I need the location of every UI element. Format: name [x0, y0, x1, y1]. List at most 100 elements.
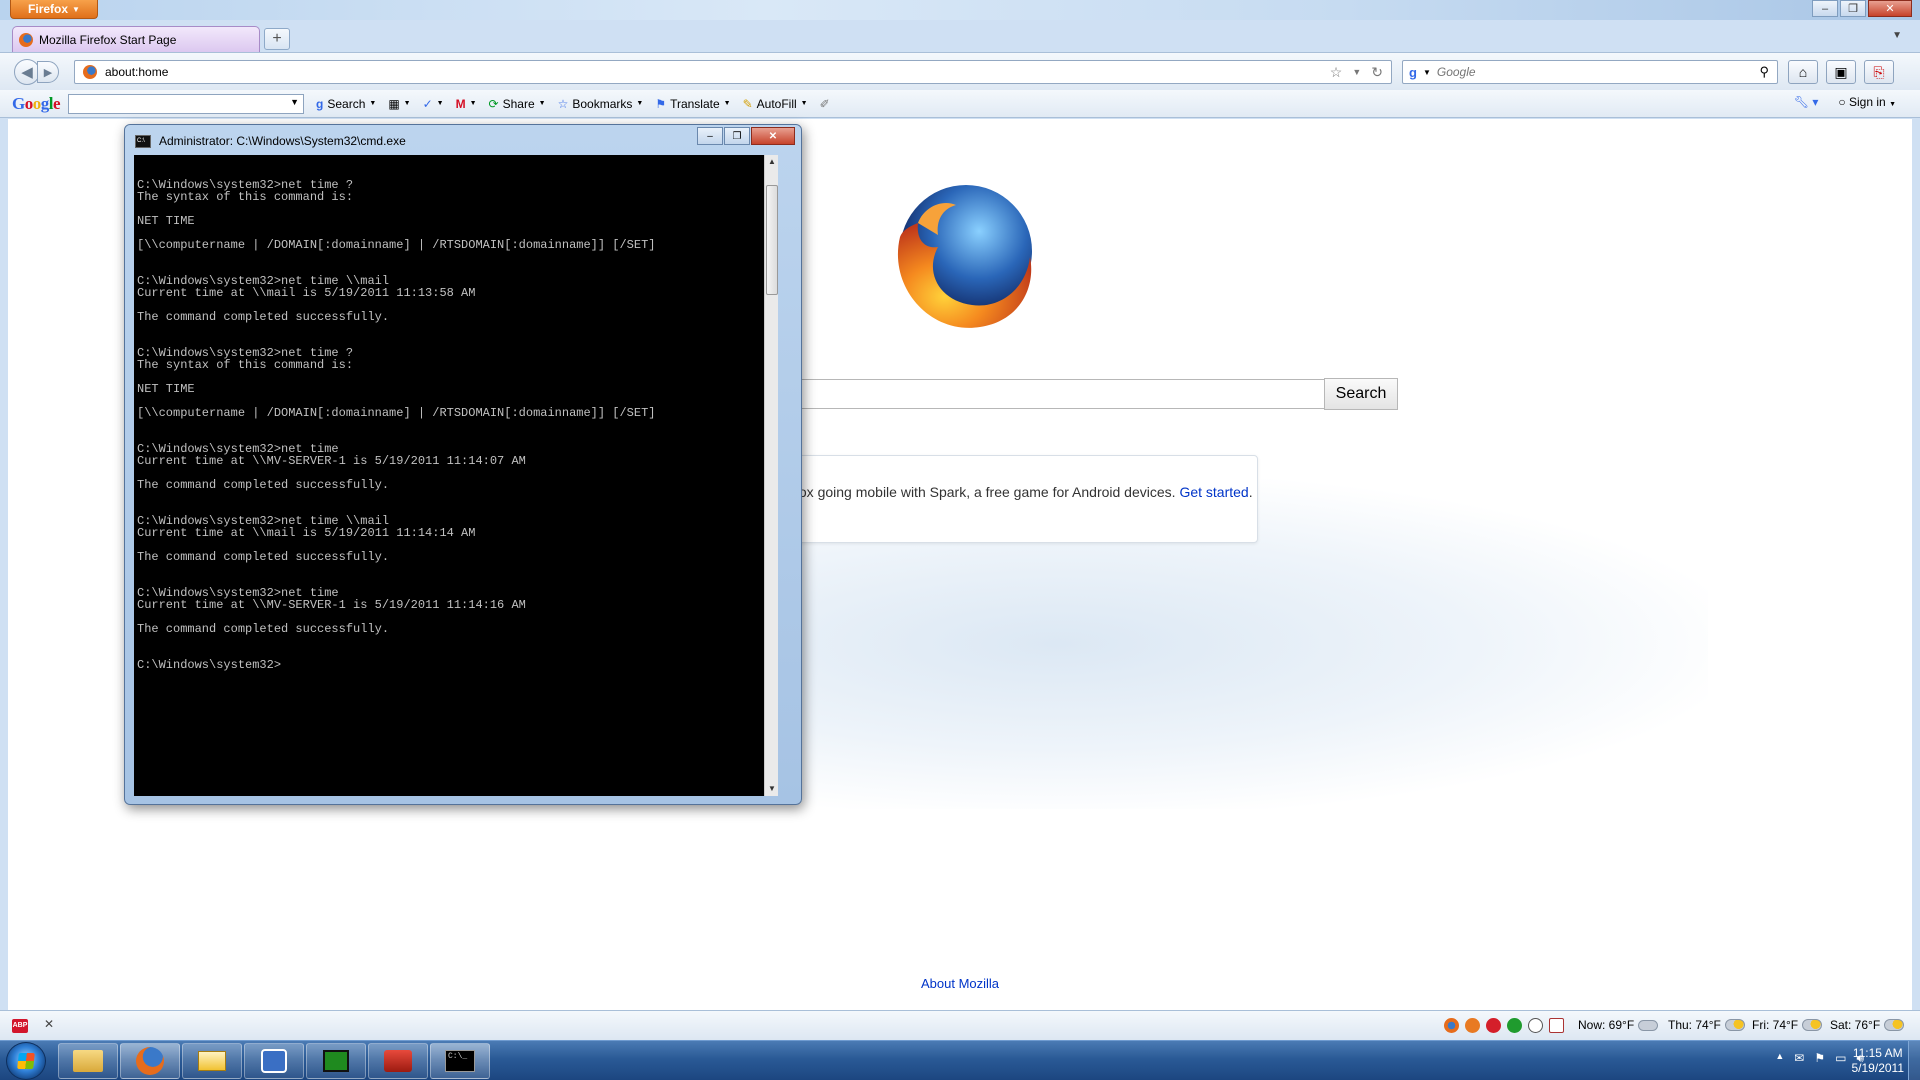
check-icon: ✓	[422, 96, 433, 111]
cmd-maximize-button[interactable]: ❐	[724, 127, 750, 145]
about-mozilla-link[interactable]: About Mozilla	[921, 976, 999, 991]
weather-fri[interactable]: Fri: 74°F	[1752, 1018, 1823, 1032]
dropdown-arrow-icon: ▼	[800, 100, 808, 107]
history-dropdown-icon[interactable]: ▼	[1352, 64, 1361, 81]
foxmarks-icon[interactable]	[1465, 1018, 1480, 1033]
firefox-addon-icon[interactable]	[1444, 1018, 1459, 1033]
gmail-button[interactable]: M ▼	[456, 97, 477, 111]
cmd-close-button[interactable]: ✕	[751, 127, 795, 145]
alert-icon[interactable]	[1486, 1018, 1501, 1033]
calendar-addon-icon[interactable]	[1549, 1018, 1564, 1033]
bookmarks-button[interactable]: ☆ Bookmarks ▼	[558, 97, 644, 111]
action-center-flag-icon[interactable]: ⚑	[1814, 1051, 1825, 1066]
network-monitor-icon	[323, 1050, 349, 1072]
cmd-scrollbar[interactable]: ▲ ▼	[764, 155, 778, 796]
home-button[interactable]: ⌂	[1788, 60, 1818, 84]
tab-strip: Mozilla Firefox Start Page + ▼	[0, 20, 1920, 52]
network-icon[interactable]: ▭	[1835, 1051, 1846, 1066]
google-search-button[interactable]: g Search ▼	[316, 97, 376, 111]
scroll-down-arrow-icon[interactable]: ▼	[765, 782, 778, 796]
site-identity-icon[interactable]	[83, 65, 97, 79]
start-button[interactable]	[6, 1042, 46, 1080]
get-started-link[interactable]: Get started	[1179, 484, 1248, 500]
firefox-menu-button[interactable]: Firefox ▼	[10, 0, 98, 19]
tab-title: Mozilla Firefox Start Page	[39, 32, 177, 47]
clock-addon-icon[interactable]	[1528, 1018, 1543, 1033]
green-status-icon[interactable]	[1507, 1018, 1522, 1033]
google-engine-icon[interactable]: g	[1409, 65, 1417, 80]
highlighter-button[interactable]: ✐	[820, 97, 830, 111]
cmd-title: Administrator: C:\Windows\System32\cmd.e…	[159, 134, 406, 148]
dropdown-arrow-icon: ▼	[538, 100, 546, 107]
autofill-button[interactable]: ✎ AutoFill ▼	[743, 97, 808, 111]
show-hidden-icons-icon[interactable]: ▲	[1775, 1051, 1784, 1066]
magnifier-icon[interactable]: ⚲	[1759, 64, 1769, 80]
minimize-button[interactable]: –	[1812, 0, 1838, 17]
translate-button[interactable]: ⚑ Translate ▼	[655, 97, 730, 111]
new-tab-button[interactable]: +	[264, 28, 290, 50]
wrench-settings-icon[interactable]: 🔧︎ ▾	[1794, 95, 1819, 109]
list-all-tabs-icon[interactable]: ▼	[1892, 30, 1902, 41]
taskbar-remote[interactable]	[244, 1043, 304, 1079]
cmd-window-controls: – ❐ ✕	[697, 127, 795, 145]
weather-thu[interactable]: Thu: 74°F	[1668, 1018, 1745, 1032]
cmd-minimize-button[interactable]: –	[697, 127, 723, 145]
url-bar[interactable]: about:home ☆ ▼ ↻	[74, 60, 1392, 84]
share-button[interactable]: ⟳ Share ▼	[489, 97, 546, 111]
dropdown-arrow-icon: ▼	[72, 4, 80, 14]
tab-start-page[interactable]: Mozilla Firefox Start Page	[12, 26, 260, 52]
weather-sat[interactable]: Sat: 76°F	[1830, 1018, 1905, 1032]
window-button[interactable]: ▣	[1826, 60, 1856, 84]
title-bar[interactable]: Firefox ▼ – ❐ ✕	[0, 0, 1920, 20]
sign-in-button[interactable]: ○ Sign in ▼	[1838, 95, 1896, 109]
cmd-window[interactable]: C:\ Administrator: C:\Windows\System32\c…	[124, 124, 802, 805]
cloud-icon	[1638, 1019, 1659, 1031]
taskbar-mail[interactable]	[182, 1043, 242, 1079]
weather-now[interactable]: Now: 69°F	[1578, 1018, 1659, 1032]
taskbar-toolbox[interactable]	[368, 1043, 428, 1079]
show-desktop-button[interactable]	[1908, 1041, 1920, 1080]
autofill-label: AutoFill	[756, 96, 797, 111]
scroll-up-arrow-icon[interactable]: ▲	[765, 155, 778, 169]
reload-icon[interactable]: ↻	[1371, 64, 1383, 81]
cmd-title-bar[interactable]: C:\ Administrator: C:\Windows\System32\c…	[135, 131, 406, 151]
pagerank-button[interactable]: ▦ ▼	[388, 97, 410, 111]
cmd-console-area[interactable]: C:\Windows\system32>net time ? The synta…	[134, 155, 778, 796]
adblock-icon[interactable]: ABP	[12, 1019, 28, 1033]
window-controls: – ❐ ✕	[1812, 0, 1912, 17]
url-text: about:home	[105, 65, 169, 79]
google-toolbar-right: 🔧︎ ▾ ○ Sign in ▼	[1794, 95, 1896, 109]
share-icon: ⟳	[488, 96, 499, 111]
bookmark-star-icon[interactable]: ☆	[1330, 64, 1343, 81]
search-bar-input[interactable]	[1436, 65, 1737, 79]
check-button[interactable]: ✓ ▼	[423, 97, 444, 111]
forward-button[interactable]: ▶	[37, 61, 59, 83]
taskbar-cmd[interactable]: C:\_	[430, 1043, 490, 1079]
window-icon: ▣	[1834, 63, 1848, 80]
google-toolbar-search-input[interactable]: ▼	[68, 93, 305, 114]
dropdown-arrow-icon: ▼	[1889, 101, 1896, 108]
forward-arrow-icon: ▶	[43, 66, 53, 79]
home-search-button[interactable]: Search	[1324, 378, 1398, 410]
weather-fri-label: Fri: 74°F	[1752, 1018, 1799, 1032]
taskbar-clock[interactable]: 11:15 AM 5/19/2011	[1852, 1046, 1905, 1076]
addon-button[interactable]: ⎘	[1864, 60, 1894, 84]
mail-tray-icon[interactable]: ✉	[1794, 1051, 1804, 1066]
engine-dropdown-icon[interactable]: ▼	[1423, 68, 1431, 77]
back-forward-group: ◀ ▶	[14, 59, 64, 85]
taskbar-network[interactable]	[306, 1043, 366, 1079]
dropdown-arrow-icon[interactable]: ▼	[290, 97, 299, 107]
taskbar-firefox[interactable]	[120, 1043, 180, 1079]
maximize-button[interactable]: ❐	[1840, 0, 1866, 17]
console-output[interactable]: C:\Windows\system32>net time ? The synta…	[134, 155, 764, 796]
close-button[interactable]: ✕	[1868, 0, 1912, 17]
search-bar[interactable]: g ▼ ⚲	[1402, 60, 1778, 84]
scroll-thumb[interactable]	[766, 185, 778, 295]
search-icon: g	[316, 96, 324, 111]
gmail-icon: M	[455, 96, 466, 111]
share-label: Share	[502, 96, 535, 111]
dropdown-arrow-icon: ▼	[723, 100, 731, 107]
taskbar-explorer[interactable]	[58, 1043, 118, 1079]
close-addon-bar-icon[interactable]: ✕	[44, 1017, 54, 1031]
pagerank-icon: ▦	[388, 96, 400, 111]
